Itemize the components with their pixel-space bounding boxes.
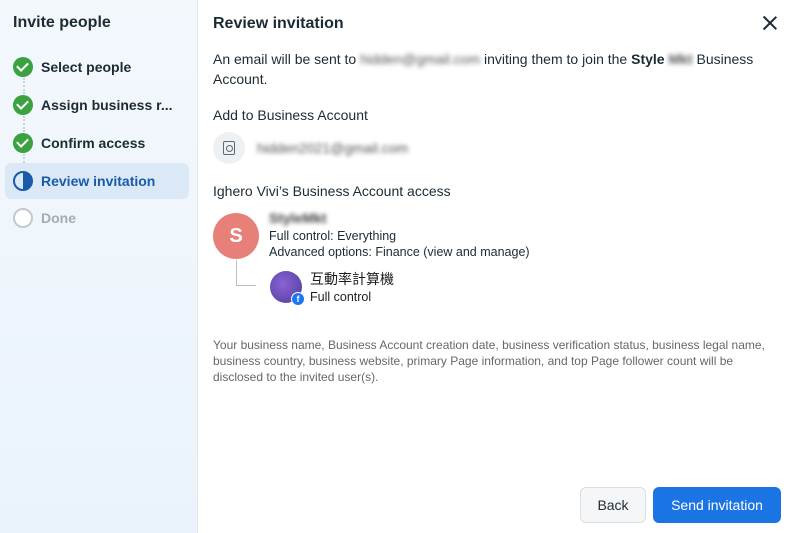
business-access-details: StyleMkt Full control: Everything Advanc… bbox=[269, 210, 530, 260]
step-select-people[interactable]: Select people bbox=[5, 48, 189, 94]
invite-dialog: Invite people Select people Assign busin… bbox=[0, 0, 797, 533]
intro-prefix: An email will be sent to bbox=[213, 51, 357, 67]
page-title: Review invitation bbox=[213, 15, 344, 32]
business-account-row: hidden2021@gmail.com bbox=[213, 132, 408, 164]
step-done: Done bbox=[5, 199, 189, 237]
business-avatar: S bbox=[213, 213, 259, 259]
step-assign-business-roles[interactable]: Assign business r... bbox=[5, 86, 189, 132]
access-heading: Ighero Vivi’s Business Account access bbox=[213, 183, 451, 199]
redacted-email: hidden@gmail.com bbox=[360, 51, 481, 67]
check-icon bbox=[13, 95, 33, 115]
page-access-details: 互動率計算機 Full control bbox=[310, 271, 394, 305]
step-label: Assign business r... bbox=[41, 97, 173, 113]
tree-connector bbox=[236, 260, 256, 286]
facebook-icon: f bbox=[291, 292, 305, 306]
step-label: Confirm access bbox=[41, 135, 146, 151]
back-button[interactable]: Back bbox=[580, 487, 646, 523]
business-account-icon bbox=[213, 132, 245, 164]
send-invitation-button[interactable]: Send invitation bbox=[653, 487, 781, 523]
account-name-part1: Style bbox=[631, 51, 665, 67]
check-icon bbox=[13, 133, 33, 153]
step-label: Review invitation bbox=[41, 173, 156, 189]
advanced-options-text: Advanced options: Finance (view and mana… bbox=[269, 245, 530, 259]
half-circle-icon bbox=[13, 171, 33, 191]
empty-circle-icon bbox=[13, 208, 33, 228]
check-icon bbox=[13, 57, 33, 77]
step-label: Done bbox=[41, 210, 76, 226]
redacted-account-name: hidden2021@gmail.com bbox=[257, 140, 409, 156]
page-control-text: Full control bbox=[310, 290, 372, 304]
page-name: 互動率計算機 bbox=[310, 271, 394, 287]
full-control-text: Full control: Everything bbox=[269, 229, 397, 243]
intro-middle: inviting them to join the bbox=[484, 51, 628, 67]
account-name-redacted: Mkt bbox=[668, 51, 693, 67]
page-avatar: f bbox=[270, 271, 305, 306]
step-label: Select people bbox=[41, 59, 132, 75]
step-confirm-access[interactable]: Confirm access bbox=[5, 124, 189, 170]
steps-list: Select people Assign business r... Confi… bbox=[5, 48, 189, 237]
review-panel: Review invitation An email will be sent … bbox=[198, 0, 797, 533]
invitation-intro: An email will be sent to hidden@gmail.co… bbox=[213, 49, 773, 89]
redacted-business-name: StyleMkt bbox=[269, 210, 327, 226]
sidebar-title: Invite people bbox=[13, 14, 111, 31]
stepper-sidebar: Invite people Select people Assign busin… bbox=[0, 0, 198, 533]
add-to-account-heading: Add to Business Account bbox=[213, 107, 368, 123]
step-review-invitation[interactable]: Review invitation bbox=[5, 163, 189, 199]
close-icon[interactable] bbox=[761, 14, 779, 32]
disclosure-notice: Your business name, Business Account cre… bbox=[213, 338, 765, 384]
